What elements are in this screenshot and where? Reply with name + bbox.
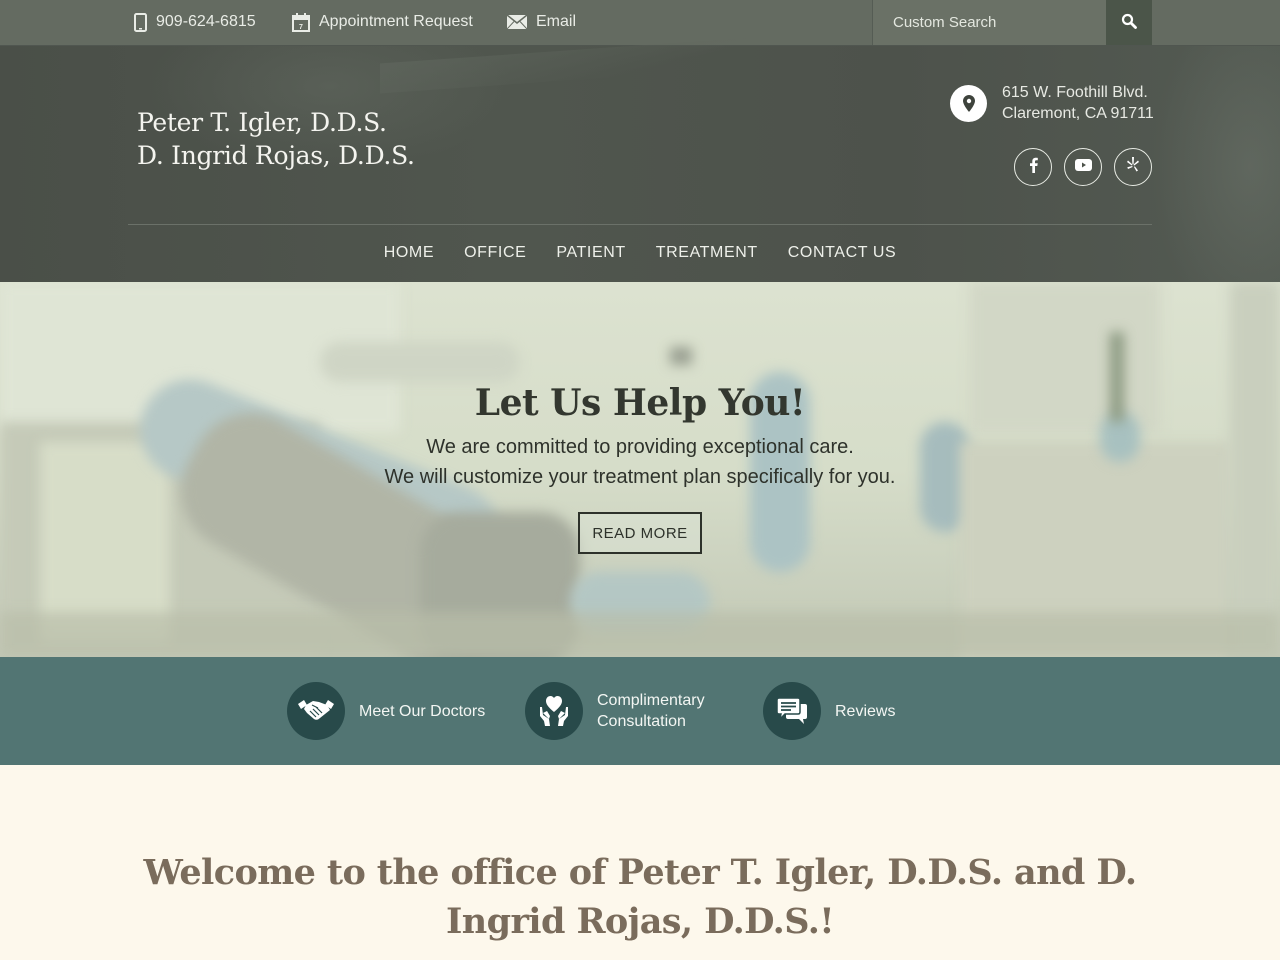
nav-item-home[interactable]: HOME — [369, 225, 449, 281]
hero-title: Let Us Help You! — [474, 382, 806, 424]
hero-banner: Let Us Help You! We are committed to pro… — [0, 282, 1280, 657]
hero-text: We will customize your treatment plan sp… — [384, 466, 896, 488]
facebook-button[interactable] — [1014, 148, 1052, 186]
feature-reviews[interactable]: Reviews — [763, 682, 895, 740]
search-input[interactable] — [873, 0, 1107, 45]
magnifier-icon — [1121, 13, 1137, 32]
welcome-heading: Welcome to the office of Peter T. Igler,… — [143, 852, 1138, 942]
calendar-icon: 7 — [292, 12, 310, 32]
nav-item-contact-us[interactable]: CONTACT US — [773, 225, 912, 281]
main-navigation: HOME OFFICE PATIENT TREATMENT CONTACT US — [0, 225, 1280, 281]
feature-label-line: Consultation — [597, 713, 686, 730]
social-links — [1014, 148, 1152, 186]
svg-text:7: 7 — [299, 24, 303, 31]
phone-number: 909-624-6815 — [156, 13, 256, 30]
feature-complimentary-consultation[interactable]: Complimentary Consultation — [525, 682, 705, 740]
chat-bubbles-icon — [763, 682, 821, 740]
nav-item-treatment[interactable]: TREATMENT — [641, 225, 773, 281]
heart-hands-icon — [525, 682, 583, 740]
nav-item-patient[interactable]: PATIENT — [541, 225, 640, 281]
hero-content: Let Us Help You! We are committed to pro… — [0, 382, 1280, 554]
top-bar: 909-624-6815 7 Appointment Request Email — [0, 0, 1280, 46]
appointment-request-label: Appointment Request — [319, 13, 473, 30]
feature-label-line: Meet Our Doctors — [359, 702, 486, 720]
map-pin-icon — [950, 84, 987, 122]
yelp-icon — [1126, 156, 1140, 178]
doctor-name: D. Ingrid Rojas, D.D.S. — [137, 141, 415, 170]
phone-link[interactable]: 909-624-6815 — [134, 0, 256, 44]
doctor-name: Peter T. Igler, D.D.S. — [137, 108, 387, 137]
email-link[interactable]: Email — [507, 0, 576, 44]
handshake-icon — [287, 682, 345, 740]
email-label: Email — [536, 13, 577, 30]
mobile-phone-icon — [134, 12, 147, 32]
feature-label-line: Reviews — [835, 702, 896, 720]
feature-meet-our-doctors[interactable]: Meet Our Doctors — [287, 682, 485, 740]
feature-label: Meet Our Doctors — [359, 701, 485, 722]
address-line: Claremont, CA 91711 — [1002, 105, 1154, 122]
nav-item-office[interactable]: OFFICE — [449, 225, 541, 281]
facebook-icon — [1029, 157, 1038, 178]
hero-text: We are committed to providing exceptiona… — [426, 436, 854, 458]
feature-label: Complimentary Consultation — [597, 690, 705, 732]
youtube-icon — [1074, 158, 1092, 176]
envelope-icon — [507, 15, 527, 29]
search-button[interactable] — [1106, 0, 1152, 45]
site-header: Peter T. Igler, D.D.S. D. Ingrid Rojas, … — [0, 28, 1280, 282]
address-line: 615 W. Foothill Blvd. — [1002, 84, 1148, 101]
read-more-button[interactable]: READ MORE — [578, 512, 702, 554]
site-logo[interactable]: Peter T. Igler, D.D.S. D. Ingrid Rojas, … — [137, 106, 415, 172]
feature-label: Reviews — [835, 701, 895, 722]
yelp-button[interactable] — [1114, 148, 1152, 186]
youtube-button[interactable] — [1064, 148, 1102, 186]
feature-label-line: Complimentary — [597, 692, 705, 709]
office-address[interactable]: 615 W. Foothill Blvd. Claremont, CA 9171… — [950, 82, 1154, 124]
appointment-request-link[interactable]: 7 Appointment Request — [292, 0, 473, 44]
search-form — [872, 0, 1152, 45]
feature-strip: Meet Our Doctors Complimentary Consultat… — [0, 657, 1280, 765]
